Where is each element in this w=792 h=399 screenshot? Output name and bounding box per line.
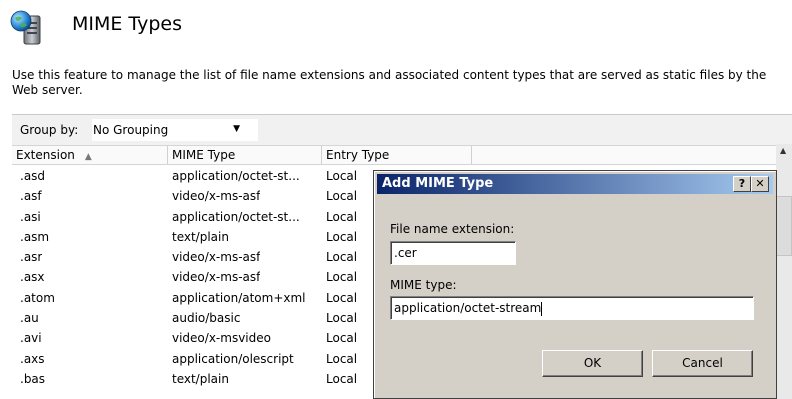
cell-mime-type: audio/basic xyxy=(172,311,241,326)
groupby-label: Group by: xyxy=(20,123,79,137)
cell-extension: .asx xyxy=(20,270,45,285)
cell-extension: .asf xyxy=(20,189,42,204)
add-mime-type-dialog: Add MIME Type ? ✕ File name extension: .… xyxy=(373,170,777,399)
mime-type-input[interactable]: application/octet-stream xyxy=(390,296,754,320)
cell-entry-type: Local xyxy=(326,270,358,285)
page-title: MIME Types xyxy=(72,13,182,35)
column-header-empty xyxy=(472,146,792,164)
file-extension-input[interactable]: .cer xyxy=(390,241,516,265)
cell-mime-type: application/octet-st... xyxy=(172,209,300,224)
cell-mime-type: video/x-msvideo xyxy=(172,331,271,346)
groupby-toolbar: Group by: No Grouping ▼ xyxy=(12,114,792,145)
cell-mime-type: application/atom+xml xyxy=(172,290,306,305)
cell-entry-type: Local xyxy=(326,311,358,326)
cell-entry-type: Local xyxy=(326,229,358,244)
groupby-value: No Grouping xyxy=(93,123,169,137)
cell-entry-type: Local xyxy=(326,331,358,346)
cell-mime-type: application/olescript xyxy=(172,351,294,366)
cell-mime-type: video/x-ms-asf xyxy=(172,270,261,285)
vertical-scrollbar[interactable]: ▲ xyxy=(776,144,792,399)
cell-extension: .avi xyxy=(20,331,42,346)
cell-extension: .axs xyxy=(20,351,45,366)
column-header-mime-type[interactable]: MIME Type xyxy=(168,146,322,164)
file-extension-value: .cer xyxy=(394,246,417,260)
page-description: Use this feature to manage the list of f… xyxy=(12,68,767,97)
cell-mime-type: text/plain xyxy=(172,229,229,244)
dialog-title: Add MIME Type xyxy=(382,176,494,191)
sort-ascending-icon: ▲ xyxy=(84,152,92,162)
column-header-extension[interactable]: Extension ▲ xyxy=(12,146,168,164)
cell-mime-type: video/x-ms-asf xyxy=(172,189,261,204)
cell-mime-type: application/octet-st... xyxy=(172,169,300,183)
cell-extension: .bas xyxy=(20,371,46,386)
cell-entry-type: Local xyxy=(326,371,358,386)
mime-type-value: application/octet-stream xyxy=(394,301,542,315)
column-header-entry-type[interactable]: Entry Type xyxy=(322,146,472,164)
scroll-up-arrow-icon[interactable]: ▲ xyxy=(780,146,786,155)
cell-entry-type: Local xyxy=(326,250,358,265)
cell-extension: .au xyxy=(20,311,39,326)
cell-mime-type: text/plain xyxy=(172,371,229,386)
cell-entry-type: Local xyxy=(326,169,358,183)
text-caret xyxy=(541,301,543,316)
chevron-down-icon[interactable]: ▼ xyxy=(233,124,240,134)
close-button[interactable]: ✕ xyxy=(751,176,769,192)
cell-extension: .atom xyxy=(20,290,55,305)
cancel-button[interactable]: Cancel xyxy=(652,350,753,377)
cell-extension: .asr xyxy=(20,250,43,265)
groupby-dropdown[interactable]: No Grouping ▼ xyxy=(92,119,258,141)
cell-entry-type: Local xyxy=(326,351,358,366)
dialog-title-bar[interactable]: Add MIME Type ? ✕ xyxy=(377,174,773,194)
cell-mime-type: video/x-ms-asf xyxy=(172,250,261,265)
cell-entry-type: Local xyxy=(326,209,358,224)
server-globe-icon xyxy=(10,10,41,45)
scrollbar-thumb[interactable] xyxy=(776,196,792,256)
cell-extension: .asd xyxy=(20,169,46,183)
cell-extension: .asi xyxy=(20,209,41,224)
column-header-row: Extension ▲ MIME Type Entry Type xyxy=(12,145,792,165)
help-button[interactable]: ? xyxy=(733,176,751,192)
ok-button[interactable]: OK xyxy=(542,350,643,377)
cell-entry-type: Local xyxy=(326,290,358,305)
cell-entry-type: Local xyxy=(326,189,358,204)
mime-type-label: MIME type: xyxy=(390,278,457,292)
file-extension-label: File name extension: xyxy=(390,222,515,236)
cell-extension: .asm xyxy=(20,229,50,244)
